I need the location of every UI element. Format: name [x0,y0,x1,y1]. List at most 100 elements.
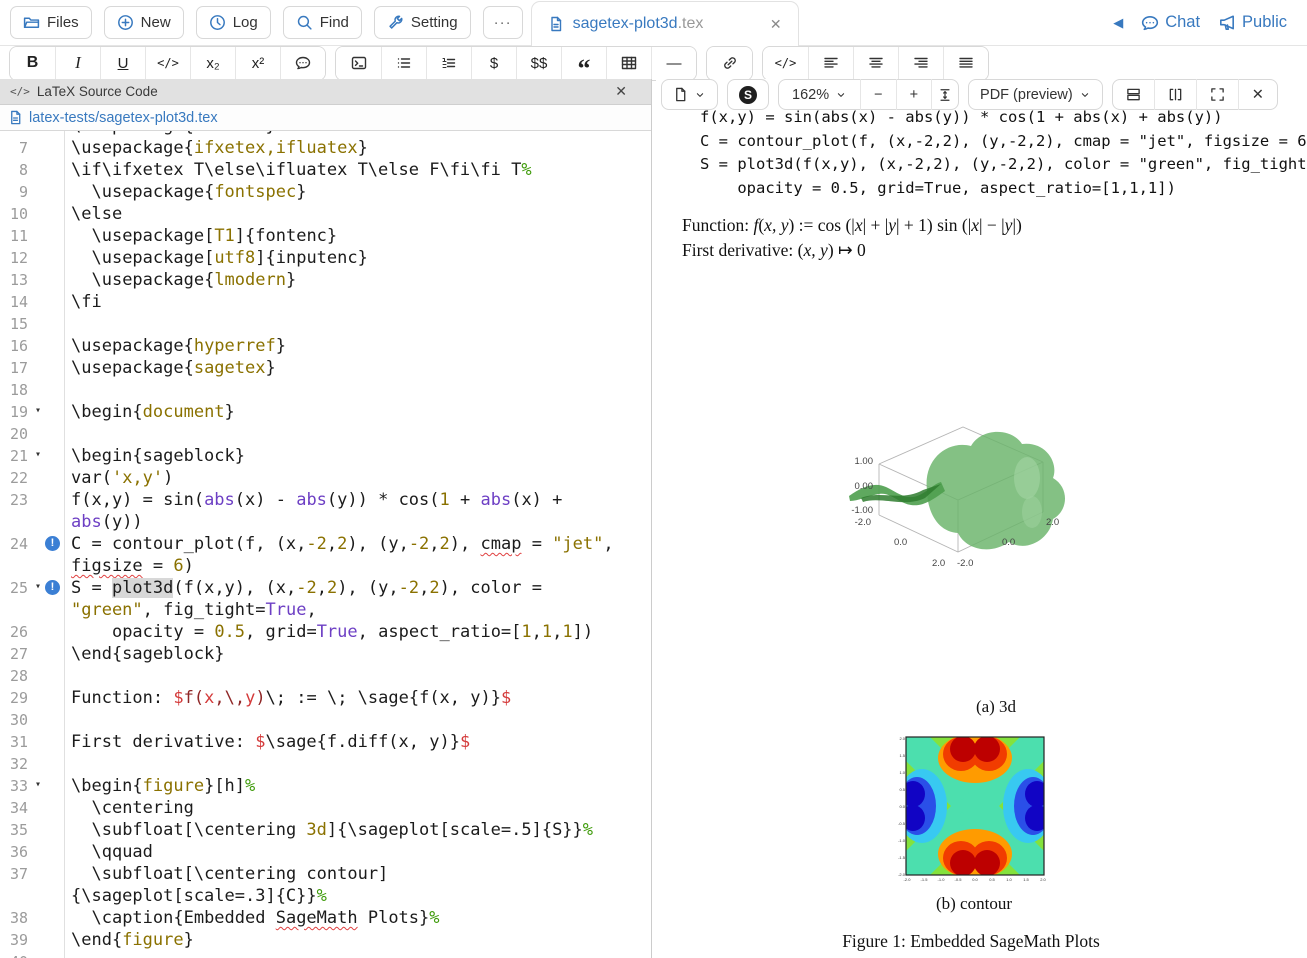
fmt-link-button[interactable] [707,47,752,80]
fold-arrow-icon[interactable]: ▾ [35,576,41,598]
fmt-align-right-button[interactable] [898,47,943,80]
fmt-bullet-list-button[interactable] [381,47,426,80]
fmt-inline-math-button[interactable]: $ [471,47,516,80]
chat-button[interactable]: Chat [1141,13,1200,32]
code-line-33[interactable]: 33▾\begin{figure}[h]% [0,775,651,797]
code-line-38[interactable]: 38 \caption{Embedded SageMath Plots}% [0,907,651,929]
code-line-24[interactable]: 24!C = contour_plot(f, (x,-2,2), (y,-2,2… [0,533,651,577]
fmt-bold-button[interactable]: B [10,47,55,80]
fold-arrow-icon[interactable]: ▾ [35,774,41,796]
code-line-40[interactable]: 40 [0,951,651,958]
pdf-page[interactable]: f(x,y) = sin(abs(x) - abs(y)) * cos(1 + … [656,110,1307,958]
toolbar-button-new[interactable]: New [104,6,184,39]
fmt-subscript-button[interactable]: x₂ [190,47,235,80]
tab-sagetex-plot3d[interactable]: sagetex-plot3d.tex ✕ [531,1,799,46]
code-line-28[interactable]: 28 [0,665,651,687]
line-number: 22 [10,467,28,489]
gutter: 29 [0,687,64,709]
line-content: \centering [64,797,638,819]
code-line-10[interactable]: 10\else [0,203,651,225]
page-icon [673,87,688,102]
fmt-terminal-button[interactable] [336,47,381,80]
fmt-superscript-button[interactable]: x² [235,47,280,80]
fmt-numbered-list-button[interactable] [426,47,471,80]
fmt-comment-button[interactable] [280,47,325,80]
fmt-inline-code-button[interactable]: </> [145,47,190,80]
code-line-18[interactable]: 18 [0,379,651,401]
svg-text:1.0: 1.0 [899,770,905,775]
gutter: 10 [0,203,64,225]
code-line-31[interactable]: 31First derivative: $\sage{f.diff(x, y)}… [0,731,651,753]
format-group: BIU</>x₂x² [9,46,326,81]
code-line-36[interactable]: 36 \qquad [0,841,651,863]
svg-text:1.00: 1.00 [855,456,874,467]
gutter: 27 [0,643,64,665]
code-editor[interactable]: 6\usepackage{amsmath} % math7\usepackage… [0,131,651,958]
code-line-39[interactable]: 39\end{figure} [0,929,651,951]
toolbar-button-find[interactable]: Find [283,6,362,39]
code-line-20[interactable]: 20 [0,423,651,445]
code-line-37[interactable]: 37 \subfloat[\centering contour] {\sagep… [0,863,651,907]
collapse-panel-icon[interactable]: ◀ [1113,15,1123,31]
line-content [64,951,638,958]
toolbar-button-files[interactable]: Files [10,6,92,39]
code-line-7[interactable]: 7\usepackage{ifxetex,ifluatex} [0,137,651,159]
line-number: 9 [19,181,28,203]
code-line-16[interactable]: 16\usepackage{hyperref} [0,335,651,357]
fmt-display-math-button[interactable]: $$ [516,47,561,80]
warning-icon[interactable]: ! [45,536,60,551]
code-line-8[interactable]: 8\if\ifxetex T\else\ifluatex T\else F\fi… [0,159,651,181]
svg-text:-1.00: -1.00 [851,505,873,516]
toolbar-button-log[interactable]: Log [196,6,271,39]
fmt-align-left-button[interactable] [808,47,853,80]
gutter: 13 [0,269,64,291]
new-label: New [141,14,171,31]
code-line-23[interactable]: 23f(x,y) = sin(abs(x) - abs(y)) * cos(1 … [0,489,651,533]
format-group: </> [762,46,989,81]
code-line-27[interactable]: 27\end{sageblock} [0,643,651,665]
more-button[interactable]: ··· [483,6,523,39]
code-line-34[interactable]: 34 \centering [0,797,651,819]
code-line-15[interactable]: 15 [0,313,651,335]
line-number: 13 [10,269,28,291]
code-line-19[interactable]: 19▾\begin{document} [0,401,651,423]
line-number: 28 [10,665,28,687]
code-line-17[interactable]: 17\usepackage{sagetex} [0,357,651,379]
line-content: \end{figure} [64,929,638,951]
contour-figure: 2.01.51.00.50.0-0.5-1.0-1.5-2.0-2.0-1.5-… [896,735,1052,887]
code-line-26[interactable]: 26 opacity = 0.5, grid=True, aspect_rati… [0,621,651,643]
fmt-align-center-button[interactable] [853,47,898,80]
fmt-blockquote-button[interactable]: “ [561,47,606,80]
fmt-table-button[interactable] [606,47,651,80]
breadcrumb[interactable]: latex-tests/sagetex-plot3d.tex [0,105,651,131]
code-line-22[interactable]: 22var('x,y') [0,467,651,489]
code-line-35[interactable]: 35 \subfloat[\centering 3d]{\sageplot[sc… [0,819,651,841]
code-line-30[interactable]: 30 [0,709,651,731]
fmt-underline-button[interactable]: U [100,47,145,80]
pdf-code-line: S = plot3d(f(x,y), (x,-2,2), (y,-2,2), c… [700,153,1307,177]
fold-arrow-icon[interactable]: ▾ [35,400,41,422]
source-panel-close-button[interactable]: ✕ [615,83,627,100]
code-line-32[interactable]: 32 [0,753,651,775]
toolbar-button-setting[interactable]: Setting [374,6,471,39]
fmt-justify-button[interactable] [943,47,988,80]
code-line-21[interactable]: 21▾\begin{sageblock} [0,445,651,467]
fmt-horizontal-rule-button[interactable]: — [651,47,696,80]
fmt-italic-button[interactable]: I [55,47,100,80]
fmt-code-block-button[interactable]: </> [763,47,808,80]
code-line-12[interactable]: 12 \usepackage[utf8]{inputenc} [0,247,651,269]
line-content: \begin{document} [64,401,638,423]
tab-close-button[interactable]: ✕ [770,16,782,33]
line-number: 7 [19,137,28,159]
warning-icon[interactable]: ! [45,580,60,595]
fold-arrow-icon[interactable]: ▾ [35,444,41,466]
code-line-14[interactable]: 14\fi [0,291,651,313]
gutter: 35 [0,819,64,841]
public-button[interactable]: Public [1218,13,1287,32]
code-line-13[interactable]: 13 \usepackage{lmodern} [0,269,651,291]
code-line-29[interactable]: 29Function: $f(x,\,y)\; := \; \sage{f(x,… [0,687,651,709]
code-line-9[interactable]: 9 \usepackage{fontspec} [0,181,651,203]
code-line-25[interactable]: 25▾!S = plot3d(f(x,y), (x,-2,2), (y,-2,2… [0,577,651,621]
code-line-11[interactable]: 11 \usepackage[T1]{fontenc} [0,225,651,247]
svg-text:-2.0: -2.0 [855,517,871,528]
